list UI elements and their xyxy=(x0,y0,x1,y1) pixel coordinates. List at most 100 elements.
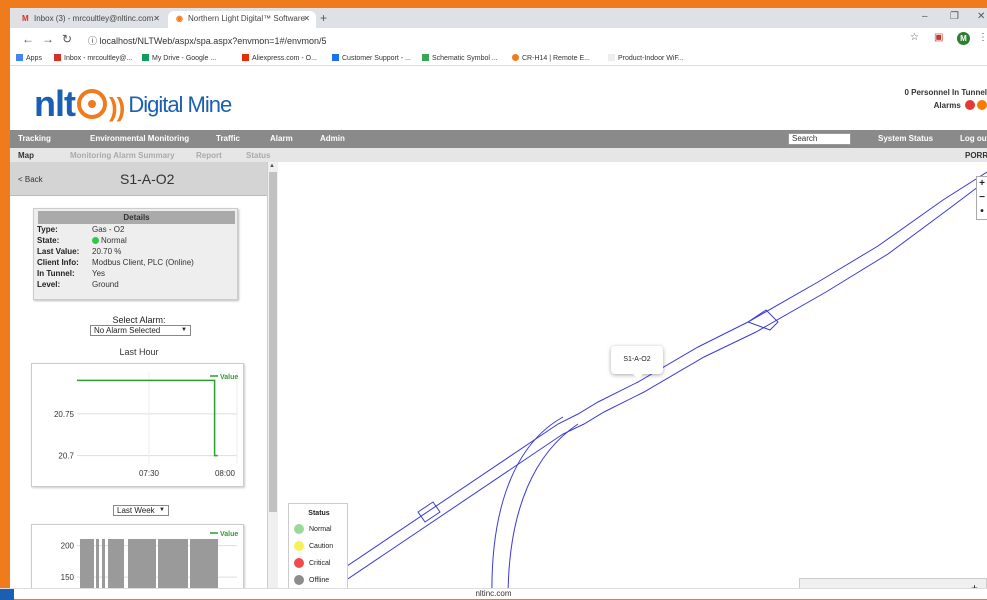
legend-item: Offline xyxy=(294,575,329,585)
nav-alarm[interactable]: Alarm xyxy=(270,134,293,143)
schematic-icon xyxy=(422,54,429,61)
last-hour-chart: 20.75 20.7 07:30 08:00 Value xyxy=(31,363,244,487)
nlt-icon: ◉ xyxy=(176,14,183,23)
tab-map[interactable]: Map xyxy=(18,151,34,160)
bottom-strip: nltinc.com xyxy=(0,588,987,600)
bookmark-label: Customer Support - ... xyxy=(342,55,411,62)
zoom-out-button[interactable]: − xyxy=(977,191,987,205)
bookmark-item[interactable]: Inbox - mrcoultley@... xyxy=(54,54,132,62)
star-icon[interactable]: ☆ xyxy=(910,32,919,43)
apps-icon xyxy=(16,54,23,61)
gmail-icon xyxy=(54,54,61,61)
line-chart: 20.75 20.7 07:30 08:00 Value xyxy=(54,372,238,478)
minimize-icon[interactable]: – xyxy=(922,11,928,22)
panel-scrollbar[interactable]: ▲ ▼ xyxy=(268,162,278,599)
alarm-select[interactable]: No Alarm Selected ▼ xyxy=(90,325,191,336)
legend-label: Offline xyxy=(309,577,330,584)
x-tick-label: 07:30 xyxy=(139,469,160,478)
bookmarks-bar: Apps Inbox - mrcoultley@... My Drive - G… xyxy=(10,50,987,66)
info-icon: ⓘ xyxy=(88,36,100,46)
nav-system-status[interactable]: System Status xyxy=(878,134,933,143)
detail-key: Client Info: xyxy=(37,258,79,267)
reload-icon[interactable]: ↻ xyxy=(62,32,72,46)
legend-label: Caution xyxy=(309,543,334,550)
forward-arrow-icon[interactable]: → xyxy=(42,32,54,46)
url-field[interactable]: ⓘ localhost/NLTWeb/aspx/spa.aspx?envmon=… xyxy=(88,31,908,47)
bookmark-item[interactable]: Schematic Symbol ... xyxy=(422,54,498,62)
bookmark-item[interactable]: My Drive - Google ... xyxy=(142,54,216,62)
menu-icon[interactable]: ⋮ xyxy=(978,32,987,43)
nav-traffic[interactable]: Traffic xyxy=(216,134,240,143)
range-select[interactable]: Last Week ▼ xyxy=(113,505,169,516)
nav-tracking[interactable]: Tracking xyxy=(18,134,51,143)
logo-text: nlt xyxy=(34,83,76,124)
tunnel-wall-outer xyxy=(297,171,987,599)
extension-icon[interactable]: ▣ xyxy=(934,32,943,43)
close-icon[interactable]: ✕ xyxy=(303,14,310,23)
sensor-tooltip[interactable]: S1-A-O2 xyxy=(611,346,663,379)
tab-status[interactable]: Status xyxy=(246,151,270,160)
bookmark-item[interactable]: Customer Support - ... xyxy=(332,54,411,62)
bookmark-label: Schematic Symbol ... xyxy=(432,55,498,62)
status-legend: Status Normal Caution Critical Offline xyxy=(288,503,348,593)
sub-nav: Map Monitoring Alarm Summary Report Stat… xyxy=(10,148,987,162)
detail-value: Ground xyxy=(92,280,119,289)
alarms-label: Alarms xyxy=(933,101,961,110)
dropdown-arrow-icon: ▼ xyxy=(181,327,187,333)
window-close-icon[interactable]: ✕ xyxy=(977,11,985,22)
browser-window: M Inbox (3) - mrcoultley@nltinc.com ✕ ◉ No… xyxy=(10,8,987,599)
search-input[interactable]: Search xyxy=(788,133,851,145)
detail-value: Modbus Client, PLC (Online) xyxy=(92,258,194,267)
tab-label: Northern Light Digital™ Software xyxy=(188,14,305,23)
maximize-icon[interactable]: ❐ xyxy=(950,11,959,22)
back-arrow-icon[interactable]: ← xyxy=(22,32,34,46)
zoom-in-button[interactable]: + xyxy=(977,177,987,191)
user-label[interactable]: PORR xyxy=(965,151,987,160)
legend-label: Value xyxy=(220,374,238,381)
detail-value: Yes xyxy=(92,269,106,278)
legend-label: Critical xyxy=(309,560,331,567)
nav-admin[interactable]: Admin xyxy=(320,134,345,143)
tab-report[interactable]: Report xyxy=(196,151,222,160)
footer-text: nltinc.com xyxy=(475,589,512,598)
bookmark-label: Product-Indoor WiF... xyxy=(618,55,684,62)
gmail-icon: M xyxy=(22,14,29,23)
back-link[interactable]: < Back xyxy=(18,175,43,184)
new-tab-button[interactable]: + xyxy=(320,11,327,25)
tunnel-map[interactable]: + − • S1-A-O2 Status Normal Caution Crit… xyxy=(278,162,987,599)
nav-environmental-monitoring[interactable]: Environmental Monitoring xyxy=(90,134,189,143)
bookmark-label: CR-H14 | Remote E... xyxy=(522,55,590,62)
detail-value: 20.70 % xyxy=(92,247,122,256)
tunnel-wall-inner xyxy=(317,179,987,599)
url-text: localhost/NLTWeb/aspx/spa.aspx?envmon=1#… xyxy=(99,36,327,46)
tab-monitoring-alarm-summary[interactable]: Monitoring Alarm Summary xyxy=(70,151,175,160)
app-header: nlt)) Digital Mine 0 Personnel In Tunnel … xyxy=(10,66,987,130)
zoom-control: + − • xyxy=(976,176,987,220)
bookmark-label: Inbox - mrcoultley@... xyxy=(64,55,133,62)
nlt-logo[interactable]: nlt)) Digital Mine xyxy=(34,83,232,125)
detail-row: State: Normal xyxy=(37,236,127,245)
signal-icon xyxy=(76,89,107,119)
x-tick-label: 08:00 xyxy=(215,469,236,478)
detail-key: Level: xyxy=(37,280,61,289)
bookmark-item[interactable]: CR-H14 | Remote E... xyxy=(512,54,590,62)
nav-logout[interactable]: Log out xyxy=(960,134,987,143)
sensor-title: S1-A-O2 xyxy=(120,171,175,187)
scrollbar-thumb[interactable] xyxy=(269,172,277,512)
bookmark-item[interactable]: Aliexpress.com - O... xyxy=(242,54,317,62)
close-icon[interactable]: ✕ xyxy=(153,14,160,23)
scroll-up-icon[interactable]: ▲ xyxy=(269,163,275,169)
zoom-reset-button[interactable]: • xyxy=(977,205,987,219)
bookmark-apps[interactable]: Apps xyxy=(16,54,42,62)
y-tick-label: 20.75 xyxy=(54,410,75,419)
avatar[interactable]: M xyxy=(957,32,970,45)
select-alarm-label: Select Alarm: xyxy=(112,315,166,325)
caution-alarm-icon xyxy=(977,100,987,110)
bookmark-item[interactable]: Product-Indoor WiF... xyxy=(608,54,684,62)
aliexpress-icon xyxy=(242,54,249,61)
detail-row: Level: Ground xyxy=(37,280,119,289)
tab-inbox[interactable]: M Inbox (3) - mrcoultley@nltinc.com ✕ xyxy=(14,11,166,28)
tab-nlt[interactable]: ◉ Northern Light Digital™ Software ✕ xyxy=(168,11,316,28)
alarms-indicator[interactable]: Alarms xyxy=(934,100,987,110)
y-tick-label: 150 xyxy=(61,573,75,582)
